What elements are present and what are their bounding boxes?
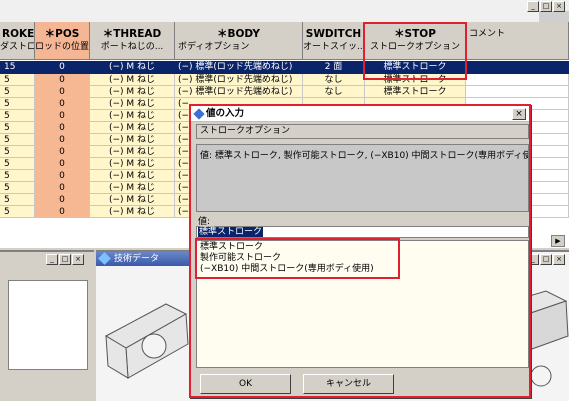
left-pane-content xyxy=(8,280,88,370)
allowed-values-description: 値: 標準ストローク, 製作可能ストローク, (−XB10) 中間ストローク(専… xyxy=(196,144,529,212)
tech-pane-controls: _ □ × xyxy=(527,254,565,265)
left-pane-minimize-button[interactable]: _ xyxy=(46,254,58,265)
cell-stroke[interactable]: 5 xyxy=(0,158,35,170)
ok-button[interactable]: OK xyxy=(200,374,291,394)
cell-pos[interactable]: 0 xyxy=(35,158,90,170)
diamond-app-icon xyxy=(193,108,205,120)
cell-stroke[interactable]: 5 xyxy=(0,122,35,134)
dialog-close-button[interactable]: × xyxy=(512,108,526,120)
cell-switch[interactable]: なし xyxy=(303,86,365,98)
cell-thread[interactable]: (−) M ねじ xyxy=(90,146,175,158)
cell-switch[interactable]: なし xyxy=(303,74,365,86)
cell-stroke[interactable]: 5 xyxy=(0,134,35,146)
cell-pos[interactable]: 0 xyxy=(35,98,90,110)
cell-thread[interactable]: (−) M ねじ xyxy=(90,194,175,206)
grid-scroll-right-icon[interactable]: ▶ xyxy=(551,235,565,247)
cell-pos[interactable]: 0 xyxy=(35,194,90,206)
cell-body[interactable]: (−) 標準(ロッド先端めねじ) xyxy=(175,61,303,74)
cell-thread[interactable]: (−) M ねじ xyxy=(90,182,175,194)
column-header-switch[interactable]: SWDITCH オートスイッ... xyxy=(303,22,365,60)
cell-pos[interactable]: 0 xyxy=(35,122,90,134)
cell-comment[interactable] xyxy=(466,61,569,74)
cancel-button[interactable]: キャンセル xyxy=(303,374,394,394)
maximize-button[interactable]: □ xyxy=(540,1,552,12)
table-row[interactable]: 15 0 (−) M ねじ (−) 標準(ロッド先端めねじ) 2 面標準ストローク xyxy=(0,61,569,74)
cell-stroke[interactable]: 5 xyxy=(0,98,35,110)
column-header-stroke[interactable]: ROKE ダストロ... xyxy=(0,22,35,60)
table-row[interactable]: 5 0 (−) M ねじ (−) 標準(ロッド先端めねじ) なし 標準ストローク xyxy=(0,86,569,98)
cell-thread[interactable]: (−) M ねじ xyxy=(90,158,175,170)
value-input-text: 標準ストローク xyxy=(198,227,264,237)
cell-stroke[interactable]: 5 xyxy=(0,86,35,98)
tech-pane-close-button[interactable]: × xyxy=(553,254,565,265)
cell-thread[interactable]: (−) M ねじ xyxy=(90,61,175,74)
left-pane-close-button[interactable]: × xyxy=(72,254,84,265)
cell-stroke[interactable]: 15 xyxy=(0,61,35,74)
cell-thread[interactable]: (−) M ねじ xyxy=(90,206,175,218)
table-row[interactable]: 5 0 (−) M ねじ (−) 標準(ロッド先端めねじ) なし 標準ストローク xyxy=(0,74,569,86)
left-pane-maximize-button[interactable]: □ xyxy=(59,254,71,265)
left-pane-controls: _ □ × xyxy=(46,254,84,265)
dialog-title: 値の入力 xyxy=(206,108,245,119)
cell-pos[interactable]: 0 xyxy=(35,146,90,158)
cell-thread[interactable]: (−) M ねじ xyxy=(90,110,175,122)
diamond-app-icon xyxy=(98,252,111,265)
value-input[interactable]: 標準ストローク xyxy=(196,226,529,238)
top-strip: _ □ × xyxy=(0,0,569,22)
column-header-pos[interactable]: ＊POS ロッドの位置 . xyxy=(35,22,90,60)
cell-stroke[interactable]: 5 xyxy=(0,194,35,206)
cell-pos[interactable]: 0 xyxy=(35,182,90,194)
tech-data-titlebar: 技術データ xyxy=(96,252,196,266)
options-highlight xyxy=(195,238,400,279)
cell-pos[interactable]: 0 xyxy=(35,61,90,74)
cell-thread[interactable]: (−) M ねじ xyxy=(90,134,175,146)
cell-thread[interactable]: (−) M ねじ xyxy=(90,170,175,182)
column-header-body[interactable]: ＊BODY ボディオプション xyxy=(175,22,303,60)
stop-column-highlight xyxy=(363,22,467,80)
main-window-controls: _ □ × xyxy=(527,1,565,12)
cell-thread[interactable]: (−) M ねじ xyxy=(90,122,175,134)
cell-switch[interactable]: 2 面 xyxy=(303,61,365,74)
cell-comment[interactable] xyxy=(466,74,569,86)
cell-pos[interactable]: 0 xyxy=(35,110,90,122)
cell-comment[interactable] xyxy=(466,86,569,98)
cell-body[interactable]: (−) 標準(ロッド先端めねじ) xyxy=(175,86,303,98)
column-header-thread[interactable]: ＊THREAD ポートねじの... xyxy=(90,22,175,60)
cell-stroke[interactable]: 5 xyxy=(0,206,35,218)
dialog-titlebar[interactable]: 値の入力 × xyxy=(191,106,529,122)
cell-stop[interactable]: 標準ストローク xyxy=(365,86,466,98)
cell-stroke[interactable]: 5 xyxy=(0,146,35,158)
column-header-comment[interactable]: コメント xyxy=(466,22,569,60)
tech-pane-maximize-button[interactable]: □ xyxy=(540,254,552,265)
cell-stroke[interactable]: 5 xyxy=(0,170,35,182)
cell-pos[interactable]: 0 xyxy=(35,74,90,86)
cell-stroke[interactable]: 5 xyxy=(0,74,35,86)
left-pane: _ □ × xyxy=(0,250,94,401)
cell-thread[interactable]: (−) M ねじ xyxy=(90,86,175,98)
cell-pos[interactable]: 0 xyxy=(35,170,90,182)
cell-thread[interactable]: (−) M ねじ xyxy=(90,74,175,86)
minimize-button[interactable]: _ xyxy=(527,1,539,12)
cell-stroke[interactable]: 5 xyxy=(0,110,35,122)
field-name-display: ストロークオプション xyxy=(196,124,529,139)
top-right-bar xyxy=(539,11,569,22)
close-button[interactable]: × xyxy=(553,1,565,12)
cell-body[interactable]: (−) 標準(ロッド先端めねじ) xyxy=(175,74,303,86)
cell-thread[interactable]: (−) M ねじ xyxy=(90,98,175,110)
cell-stroke[interactable]: 5 xyxy=(0,182,35,194)
cell-pos[interactable]: 0 xyxy=(35,86,90,98)
cell-pos[interactable]: 0 xyxy=(35,206,90,218)
cell-pos[interactable]: 0 xyxy=(35,134,90,146)
